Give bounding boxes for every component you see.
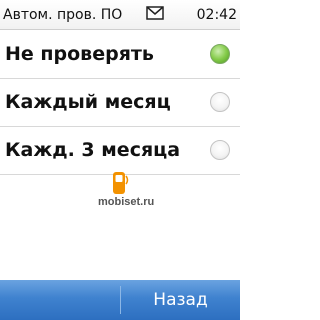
radio-unselected-icon[interactable]	[210, 92, 230, 112]
phone-logo-icon	[113, 172, 129, 194]
radio-selected-icon[interactable]	[210, 44, 230, 64]
status-bar: Автом. пров. ПО 02:42	[0, 0, 240, 30]
softkey-bar: Назад	[0, 280, 240, 320]
option-label: Кажд. 3 месяца	[5, 139, 181, 161]
envelope-icon[interactable]	[146, 6, 164, 20]
option-no-check[interactable]: Не проверять	[0, 31, 240, 79]
radio-unselected-icon[interactable]	[210, 140, 230, 160]
status-time: 02:42	[196, 7, 237, 23]
watermark-text: mobiset.ru	[98, 196, 155, 208]
option-monthly[interactable]: Каждый месяц	[0, 79, 240, 127]
watermark: mobiset.ru	[98, 168, 178, 216]
options-list: Не проверять Каждый месяц Кажд. 3 месяца	[0, 31, 240, 175]
option-label: Каждый месяц	[5, 91, 171, 113]
back-button[interactable]: Назад	[121, 280, 240, 320]
status-title: Автом. пров. ПО	[3, 7, 123, 23]
option-label: Не проверять	[5, 43, 154, 65]
back-button-label: Назад	[153, 290, 208, 310]
